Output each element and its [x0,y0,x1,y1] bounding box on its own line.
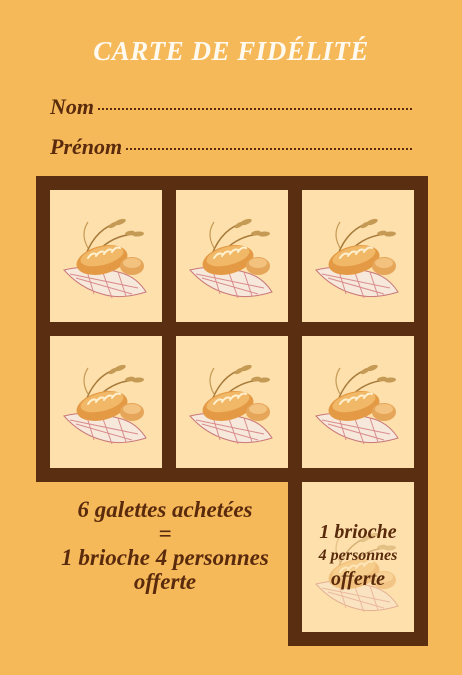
bread-loaf-icon [315,364,399,445]
stamp-cell[interactable] [176,336,288,468]
card-title: CARTE DE FIDÉLITÉ [93,36,369,66]
stamp-cell[interactable] [50,190,162,322]
bread-loaf-icon [189,364,273,445]
stamp-cell[interactable] [176,190,288,322]
nom-label: Nom [50,94,94,119]
offer-line-4: offerte [133,569,197,595]
offer-line-2: = [158,521,172,547]
stamp-grid [36,176,428,482]
stamp-cell[interactable] [302,190,414,322]
gift-line-3: offerte [330,568,386,591]
stamp-cell[interactable] [50,336,162,468]
prenom-dotted-line[interactable] [126,148,412,150]
offer-line-1: 6 galettes achetées [77,497,253,522]
bread-loaf-icon [63,364,147,445]
gift-line-1: 1 brioche [319,521,397,543]
prenom-field[interactable]: Prénom [50,134,412,160]
bread-loaf-icon [315,218,399,299]
gift-frame: 1 brioche 4 personnes offerte [288,470,428,646]
offer-line-3: 1 brioche 4 personnes [61,545,269,571]
bread-loaf-icon [63,218,147,299]
nom-field[interactable]: Nom [50,94,412,120]
offer-text: 6 galettes achetées = 1 brioche 4 person… [40,497,290,595]
nom-dotted-line[interactable] [98,108,412,110]
gift-cell[interactable]: 1 brioche 4 personnes offerte [302,482,414,632]
gift-line-2: 4 personnes [318,547,398,564]
prenom-label: Prénom [50,134,123,159]
gift-text: 1 brioche 4 personnes offerte [302,520,414,591]
bread-loaf-icon [189,218,273,299]
stamp-cell[interactable] [302,336,414,468]
